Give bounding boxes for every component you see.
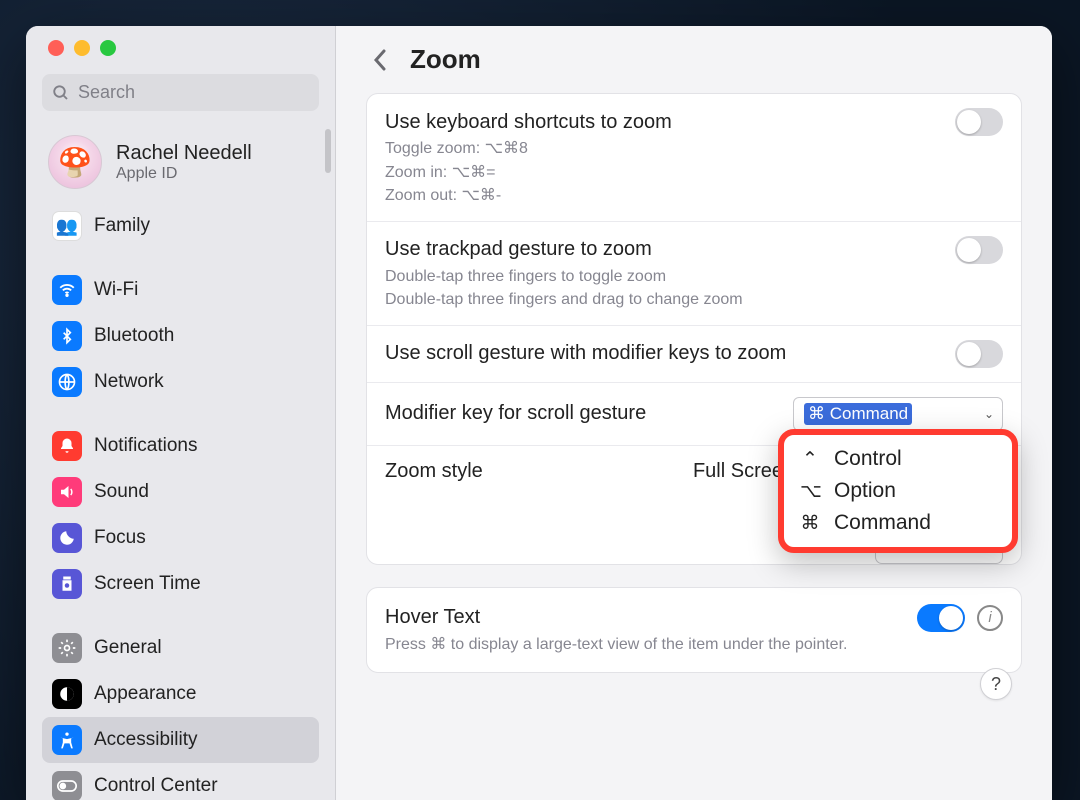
sidebar-item-general[interactable]: General (42, 625, 319, 671)
sidebar-item-wifi[interactable]: Wi-Fi (42, 267, 319, 313)
bluetooth-icon (52, 321, 82, 351)
row-sub-text: Zoom in: ⌥⌘= (385, 162, 1003, 184)
main-panel: Zoom Use keyboard shortcuts to zoom Togg… (336, 26, 1052, 800)
sidebar-scroll[interactable]: 🍄 Rachel Needell Apple ID 👥 Family Wi-Fi (26, 121, 335, 800)
sidebar-item-sound[interactable]: Sound (42, 469, 319, 515)
sidebar-item-label: Bluetooth (94, 325, 174, 347)
network-icon (52, 367, 82, 397)
row-title-text: Use trackpad gesture to zoom (385, 238, 652, 261)
sidebar-item-focus[interactable]: Focus (42, 515, 319, 561)
toggle-hover-text[interactable] (917, 604, 965, 632)
row-sub-text: Press ⌘ to display a large-text view of … (385, 634, 1003, 656)
sidebar-item-label: Focus (94, 527, 146, 549)
row-title-text: Use keyboard shortcuts to zoom (385, 111, 672, 134)
sidebar-item-label: Control Center (94, 775, 218, 797)
row-trackpad: Use trackpad gesture to zoom Double-tap … (367, 222, 1021, 326)
row-hover-text: Hover Text i Press ⌘ to display a large-… (367, 588, 1021, 672)
sidebar-item-label: Screen Time (94, 573, 201, 595)
scrollbar-thumb[interactable] (325, 129, 331, 173)
notifications-icon (52, 431, 82, 461)
toggle-kb-shortcuts[interactable] (955, 108, 1003, 136)
row-title-text: Modifier key for scroll gesture (385, 402, 646, 425)
row-sub-text: Double-tap three fingers to toggle zoom (385, 266, 1003, 288)
row-kb-shortcuts: Use keyboard shortcuts to zoom Toggle zo… (367, 94, 1021, 222)
sidebar: 🍄 Rachel Needell Apple ID 👥 Family Wi-Fi (26, 26, 336, 800)
fullscreen-window-button[interactable] (100, 40, 116, 56)
select-value: ⌘ Command (804, 403, 912, 425)
dropdown-option-control[interactable]: ⌃ Control (794, 443, 1002, 475)
zoom-style-value: Full Scree (693, 460, 783, 483)
back-button[interactable] (366, 46, 394, 74)
controlcenter-icon (52, 771, 82, 800)
dropdown-option-command[interactable]: ⌘ Command (794, 507, 1002, 539)
sidebar-item-screentime[interactable]: Screen Time (42, 561, 319, 607)
settings-window: 🍄 Rachel Needell Apple ID 👥 Family Wi-Fi (26, 26, 1052, 800)
dropdown-option-label: Command (834, 511, 931, 535)
general-icon (52, 633, 82, 663)
sidebar-item-family[interactable]: 👥 Family (42, 203, 319, 249)
chevron-down-icon: ⌄ (984, 407, 994, 421)
row-sub-text: Zoom out: ⌥⌘- (385, 185, 1003, 207)
dropdown-option-label: Control (834, 447, 902, 471)
sidebar-item-controlcenter[interactable]: Control Center (42, 763, 319, 800)
option-symbol-icon: ⌥ (800, 480, 820, 503)
sidebar-item-label: Accessibility (94, 729, 197, 751)
sidebar-item-label: Wi-Fi (94, 279, 138, 301)
help-button[interactable]: ? (980, 668, 1012, 700)
family-icon: 👥 (52, 211, 82, 241)
account-name: Rachel Needell (116, 141, 252, 165)
focus-icon (52, 523, 82, 553)
wifi-icon (52, 275, 82, 305)
sidebar-item-label: Family (94, 215, 150, 237)
row-sub-text: Double-tap three fingers and drag to cha… (385, 289, 1003, 311)
control-symbol-icon: ⌃ (800, 448, 820, 471)
account-subtitle: Apple ID (116, 165, 252, 183)
modifier-dropdown-menu: ⌃ Control ⌥ Option ⌘ Command (778, 429, 1018, 553)
row-scroll-gesture: Use scroll gesture with modifier keys to… (367, 326, 1021, 383)
modifier-select[interactable]: ⌘ Command ⌄ (793, 397, 1003, 431)
sidebar-item-label: Notifications (94, 435, 198, 457)
command-symbol-icon: ⌘ (800, 512, 820, 535)
sidebar-item-notifications[interactable]: Notifications (42, 423, 319, 469)
accessibility-icon (52, 725, 82, 755)
toggle-scroll-gesture[interactable] (955, 340, 1003, 368)
search-icon (52, 84, 70, 102)
account-row[interactable]: 🍄 Rachel Needell Apple ID (42, 127, 319, 203)
sidebar-item-label: General (94, 637, 162, 659)
sidebar-item-appearance[interactable]: Appearance (42, 671, 319, 717)
sidebar-item-label: Network (94, 371, 164, 393)
sound-icon (52, 477, 82, 507)
hover-card: Hover Text i Press ⌘ to display a large-… (366, 587, 1022, 673)
dropdown-option-label: Option (834, 479, 896, 503)
minimize-window-button[interactable] (74, 40, 90, 56)
appearance-icon (52, 679, 82, 709)
dropdown-option-option[interactable]: ⌥ Option (794, 475, 1002, 507)
window-controls (26, 40, 335, 74)
row-sub-text: Toggle zoom: ⌥⌘8 (385, 138, 1003, 160)
toggle-trackpad[interactable] (955, 236, 1003, 264)
info-icon[interactable]: i (977, 605, 1003, 631)
row-title-text: Hover Text (385, 606, 480, 629)
close-window-button[interactable] (48, 40, 64, 56)
sidebar-item-bluetooth[interactable]: Bluetooth (42, 313, 319, 359)
sidebar-item-label: Sound (94, 481, 149, 503)
search-field[interactable] (42, 74, 319, 111)
row-title-text: Use scroll gesture with modifier keys to… (385, 342, 786, 365)
sidebar-item-label: Appearance (94, 683, 196, 705)
avatar: 🍄 (48, 135, 102, 189)
search-input[interactable] (78, 82, 310, 103)
page-title: Zoom (410, 44, 481, 75)
sidebar-item-accessibility[interactable]: Accessibility (42, 717, 319, 763)
screentime-icon (52, 569, 82, 599)
header: Zoom (366, 44, 1022, 75)
sidebar-item-network[interactable]: Network (42, 359, 319, 405)
row-title-text: Zoom style (385, 460, 483, 483)
